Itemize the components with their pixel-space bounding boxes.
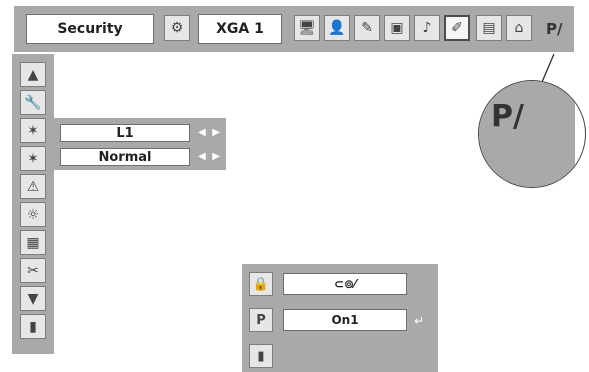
left-arrow-icon[interactable]: ◀ — [198, 152, 206, 162]
zoom-background — [479, 81, 575, 187]
fan-value-arrows[interactable]: ◀ ▶ — [198, 124, 220, 142]
network-icon[interactable]: ⌂ — [506, 15, 532, 41]
edit-icon[interactable]: ✎ — [354, 15, 380, 41]
pin-code-lock-icon[interactable]: P — [249, 308, 273, 332]
lock-value-field[interactable]: ⊂⊚⁄ — [283, 273, 407, 295]
fan-icon[interactable]: ✶ — [20, 118, 46, 143]
filter-icon[interactable]: ▦ — [20, 230, 46, 255]
people-icon[interactable]: 👤 — [324, 15, 350, 41]
pin-lock-indicator: P/ — [546, 20, 563, 38]
speaker-icon[interactable]: ♪ — [414, 15, 440, 41]
pin-code-lock-field[interactable]: On1 — [283, 309, 407, 331]
zoom-pin-label: P/ — [491, 99, 524, 134]
down-arrow-icon[interactable]: ▼ — [20, 286, 46, 311]
screen-icon[interactable]: ▤ — [476, 15, 502, 41]
up-arrow-icon[interactable]: ▲ — [20, 62, 46, 87]
signal-name-box: XGA 1 — [198, 14, 282, 44]
left-menu: ▲ 🔧 ✶ ✶ ⚠ ☼ ▦ ✂ ▼ ▮ — [12, 54, 54, 354]
right-arrow-icon[interactable]: ▶ — [212, 128, 220, 138]
top-menu-bar: Security ⚙ XGA 1 🖥 👤 ✎ ▣ ♪ ✐ ▤ ⌂ P/ — [14, 6, 574, 52]
monitor-icon[interactable]: 🖥 — [294, 15, 320, 41]
left-arrow-icon[interactable]: ◀ — [198, 128, 206, 138]
setup-icon[interactable]: ⚙ — [164, 15, 190, 41]
enter-icon: ↵ — [414, 314, 425, 328]
fan-icon[interactable]: ✶ — [20, 146, 46, 171]
fan-mode-arrows[interactable]: ◀ ▶ — [198, 148, 220, 166]
security-panel: 🔒 ⊂⊚⁄ P On1 ↵ ▮ — [242, 264, 438, 372]
right-arrow-icon[interactable]: ▶ — [212, 152, 220, 162]
exit-icon[interactable]: ▮ — [20, 314, 46, 339]
warning-icon[interactable]: ⚠ — [20, 174, 46, 199]
screw-icon[interactable]: ✂ — [20, 258, 46, 283]
lock-icon[interactable]: 🔒 — [249, 272, 273, 296]
lamp-icon[interactable]: ☼ — [20, 202, 46, 227]
wrench-icon[interactable]: 🔧 — [20, 90, 46, 115]
security-icon[interactable]: ✐ — [444, 15, 470, 41]
zoom-magnifier: P/ — [478, 80, 586, 188]
fan-value-field[interactable]: L1 — [60, 124, 190, 142]
fan-submenu: L1 ◀ ▶ Normal ◀ ▶ — [54, 118, 226, 170]
exit-icon[interactable]: ▮ — [249, 344, 273, 368]
menu-title: Security — [26, 14, 154, 44]
image-icon[interactable]: ▣ — [384, 15, 410, 41]
fan-mode-field[interactable]: Normal — [60, 148, 190, 166]
